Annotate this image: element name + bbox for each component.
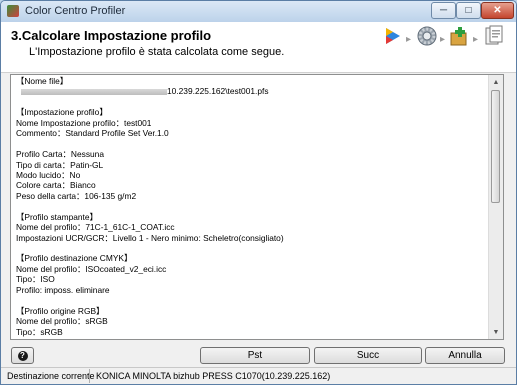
scroll-up-icon[interactable]: ▲ [489, 75, 503, 89]
scroll-thumb[interactable] [491, 90, 500, 203]
summary-line [16, 139, 486, 149]
play-icon [386, 28, 400, 44]
minimize-button[interactable]: ─ [431, 2, 456, 19]
step-arrow-icon: ▸ [406, 34, 412, 45]
add-icon [450, 27, 467, 46]
window-title: Color Centro Profiler [25, 5, 126, 17]
summary-line: 【Nome file】 [16, 76, 69, 86]
summary-line [16, 97, 486, 107]
summary-line: Commento：Standard Profile Set Ver.1.0 [16, 128, 169, 139]
summary-lines: 【Nome file】 10.239.225.162\test001.pfs 【Im… [16, 76, 486, 339]
help-icon: ? [17, 350, 28, 361]
summary-line: Nome del profilo：sRGB [16, 316, 108, 327]
button-bar: ? Pst Succ Annulla [1, 345, 516, 367]
next-button[interactable]: Succ [314, 347, 422, 364]
profile-summary-textbox[interactable]: 【Nome file】 10.239.225.162\test001.pfs 【Im… [10, 74, 504, 340]
help-button[interactable]: ? [11, 347, 34, 364]
summary-line: 【Profilo stampante】 [16, 211, 98, 222]
summary-line: 【Impostazione profilo】 [16, 107, 108, 118]
summary-line [16, 295, 486, 305]
scroll-down-icon[interactable]: ▼ [489, 325, 503, 339]
summary-line: 10.239.225.162\test001.pfs [16, 86, 486, 96]
app-window: Color Centro Profiler ─ □ ✕ 3.Calcolare … [0, 0, 517, 385]
summary-line: Colore carta：Bianco [16, 180, 96, 191]
status-label: Destinazione corrente [7, 371, 95, 381]
status-bar: Destinazione corrente KONICA MINOLTA biz… [1, 367, 516, 384]
summary-line: Modo lucido：No [16, 169, 81, 180]
summary-line: Profilo Carta：Nessuna [16, 149, 104, 160]
summary-line: Nome Impostazione profilo：test001 [16, 117, 152, 128]
page-title: 3.Calcolare Impostazione profilo [11, 28, 212, 43]
summary-line: Nome del profilo：ISOcoated_v2_eci.icc [16, 263, 167, 274]
summary-line: Impostazioni UCR/GCR：Livello 1 - Nero mi… [16, 232, 284, 243]
summary-line [16, 243, 486, 253]
gear-icon [417, 26, 437, 46]
redacted-path-bar [21, 89, 167, 96]
step-arrow-icon: ▸ [440, 34, 446, 45]
vertical-scrollbar[interactable]: ▲ ▼ [488, 75, 503, 339]
status-value: KONICA MINOLTA bizhub PRESS C1070(10.239… [96, 371, 331, 381]
file-path-text: 10.239.225.162\test001.pfs [167, 86, 269, 97]
maximize-button[interactable]: □ [456, 2, 481, 19]
export-icon [485, 25, 503, 45]
summary-line: Profilo: imposs. eliminare [16, 284, 110, 295]
summary-line [16, 201, 486, 211]
summary-line: Tipo：sRGB [16, 326, 63, 337]
title-bar[interactable]: Color Centro Profiler ─ □ ✕ [1, 1, 516, 22]
summary-line: 【Profilo origine RGB】 [16, 305, 105, 316]
wizard-header: 3.Calcolare Impostazione profilo L'Impos… [1, 22, 516, 73]
status-divider [89, 369, 90, 383]
summary-line: Peso della carta：106-135 g/m2 [16, 190, 137, 201]
previous-button[interactable]: Pst [200, 347, 310, 364]
content-area: 【Nome file】 10.239.225.162\test001.pfs 【Im… [1, 73, 516, 345]
summary-line: Tipo：ISO [16, 274, 55, 285]
app-logo-icon [7, 5, 19, 17]
close-button[interactable]: ✕ [481, 2, 514, 19]
summary-line: Tipo di carta：Patin-GL [16, 159, 104, 170]
summary-line: 【Profilo destinazione CMYK】 [16, 253, 133, 264]
page-subtitle: L'Impostazione profilo è stata calcolata… [29, 46, 285, 58]
summary-line: Nome del profilo：71C-1_61C-1_COAT.icc [16, 222, 175, 233]
step-arrow-icon: ▸ [473, 34, 479, 45]
summary-line [16, 337, 486, 339]
cancel-button[interactable]: Annulla [425, 347, 505, 364]
